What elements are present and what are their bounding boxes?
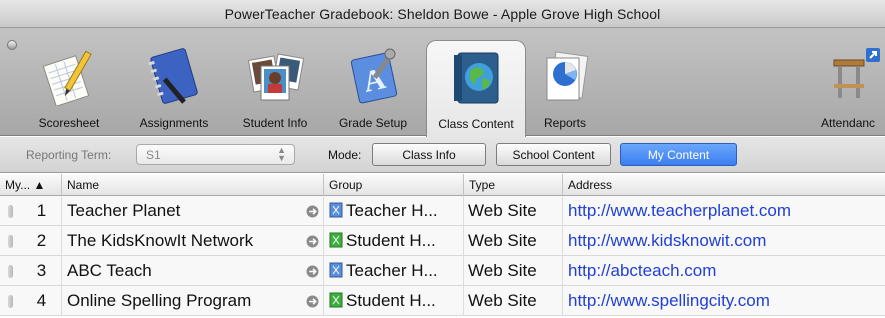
row-name-text: ABC Teach <box>67 261 152 280</box>
row-address-link[interactable]: http://www.spellingcity.com <box>563 286 885 316</box>
row-name-text: Online Spelling Program <box>67 291 252 310</box>
mode-bar: Reporting Term: S1 ▲ ▼ Mode: Class Info S… <box>0 137 885 173</box>
main-toolbar: Scoresheet Assignments Student Info A Gr… <box>0 28 885 137</box>
reports-pie-chart-icon <box>546 51 589 101</box>
teacher-handout-icon <box>329 202 343 218</box>
go-arrow-icon[interactable] <box>306 235 319 248</box>
row-number: 2 <box>22 226 62 256</box>
assignments-notebook-icon <box>148 48 198 104</box>
row-name: The KidsKnowIt Network <box>62 226 324 256</box>
scoresheet-icon <box>42 50 92 106</box>
row-group-text: Teacher H... <box>346 201 438 220</box>
toolbar-attendance-button[interactable]: Attendanc <box>815 28 885 136</box>
toolbar-label: Student Info <box>242 116 308 130</box>
table-row[interactable]: 3 ABC Teach Teacher H... Web Site http:/… <box>0 256 885 286</box>
student-photos-icon <box>247 53 305 101</box>
row-number: 1 <box>22 196 62 226</box>
reporting-term-value: S1 <box>146 148 161 162</box>
drag-handle[interactable] <box>8 265 13 278</box>
row-type: Web Site <box>464 226 563 256</box>
class-info-button-label: Class Info <box>402 147 456 162</box>
row-address-link[interactable]: http://www.kidsknowit.com <box>563 226 885 256</box>
row-type: Web Site <box>464 196 563 226</box>
toolbar-label: Class Content <box>438 117 514 131</box>
drag-handle[interactable] <box>8 295 13 308</box>
reporting-term-label: Reporting Term: <box>26 148 112 162</box>
toolbar-label: Attendanc <box>821 116 876 130</box>
toolbar-label: Scoresheet <box>38 116 100 130</box>
toolbar-student-info-button[interactable]: Student Info <box>230 28 320 136</box>
toolbar-toggle-button[interactable] <box>7 40 17 50</box>
toolbar-scoresheet-button[interactable]: Scoresheet <box>28 28 110 136</box>
row-group: Student H... <box>324 226 464 256</box>
toolbar-grade-setup-button[interactable]: A Grade Setup <box>330 28 416 136</box>
column-header-address[interactable]: Address <box>563 174 885 196</box>
attendance-desk-icon <box>833 48 880 98</box>
class-content-globe-icon <box>454 52 499 104</box>
window-title: PowerTeacher Gradebook: Sheldon Bowe - A… <box>224 5 661 22</box>
select-arrows-icon: ▲ ▼ <box>277 145 286 163</box>
toolbar-label: Assignments <box>139 116 209 130</box>
student-handout-icon <box>329 292 343 308</box>
row-type: Web Site <box>464 286 563 316</box>
student-handout-icon <box>329 232 343 248</box>
row-type: Web Site <box>464 256 563 286</box>
toolbar-class-content-button[interactable]: Class Content <box>426 40 526 137</box>
column-header-my-order[interactable]: My... ▲ <box>0 174 62 196</box>
row-group-text: Student H... <box>346 291 436 310</box>
row-address-link[interactable]: http://abcteach.com <box>563 256 885 286</box>
my-content-button-label: My Content <box>647 147 710 162</box>
go-arrow-icon[interactable] <box>306 205 319 218</box>
row-name: Online Spelling Program <box>62 286 324 316</box>
row-group-text: Teacher H... <box>346 261 438 280</box>
drag-handle[interactable] <box>8 205 13 218</box>
title-bar[interactable]: PowerTeacher Gradebook: Sheldon Bowe - A… <box>0 0 885 28</box>
table-header: My... ▲ Name Group Type Address <box>0 174 885 196</box>
reporting-term-select[interactable]: S1 ▲ ▼ <box>136 144 295 165</box>
column-header-name[interactable]: Name <box>62 174 324 196</box>
class-info-button[interactable]: Class Info <box>372 143 486 166</box>
row-group: Teacher H... <box>324 196 464 226</box>
row-group-text: Student H... <box>346 231 436 250</box>
table-row[interactable]: 1 Teacher Planet Teacher H... Web Site h… <box>0 196 885 226</box>
teacher-handout-icon <box>329 262 343 278</box>
my-content-button[interactable]: My Content <box>620 143 737 166</box>
row-name: Teacher Planet <box>62 196 324 226</box>
go-arrow-icon[interactable] <box>306 295 319 308</box>
row-group: Teacher H... <box>324 256 464 286</box>
column-header-type[interactable]: Type <box>464 174 563 196</box>
go-arrow-icon[interactable] <box>306 265 319 278</box>
row-address-link[interactable]: http://www.teacherplanet.com <box>563 196 885 226</box>
row-group: Student H... <box>324 286 464 316</box>
mode-label: Mode: <box>328 148 362 162</box>
row-number: 3 <box>22 256 62 286</box>
school-content-button[interactable]: School Content <box>496 143 611 166</box>
row-name-text: Teacher Planet <box>67 201 181 220</box>
app-window: PowerTeacher Gradebook: Sheldon Bowe - A… <box>0 0 885 318</box>
column-header-group[interactable]: Group <box>324 174 464 196</box>
row-name: ABC Teach <box>62 256 324 286</box>
drag-handle[interactable] <box>8 235 13 248</box>
grade-setup-icon: A <box>350 48 398 104</box>
row-name-text: The KidsKnowIt Network <box>67 231 254 250</box>
content-table: My... ▲ Name Group Type Address 1 Teache… <box>0 174 885 318</box>
table-row[interactable]: 4 Online Spelling Program Student H... W… <box>0 286 885 316</box>
toolbar-reports-button[interactable]: Reports <box>535 28 595 136</box>
toolbar-label: Reports <box>543 116 587 130</box>
table-row[interactable]: 2 The KidsKnowIt Network Student H... We… <box>0 226 885 256</box>
toolbar-label: Grade Setup <box>338 116 408 130</box>
toolbar-assignments-button[interactable]: Assignments <box>127 28 221 136</box>
row-number: 4 <box>22 286 62 316</box>
school-content-button-label: School Content <box>512 147 595 162</box>
